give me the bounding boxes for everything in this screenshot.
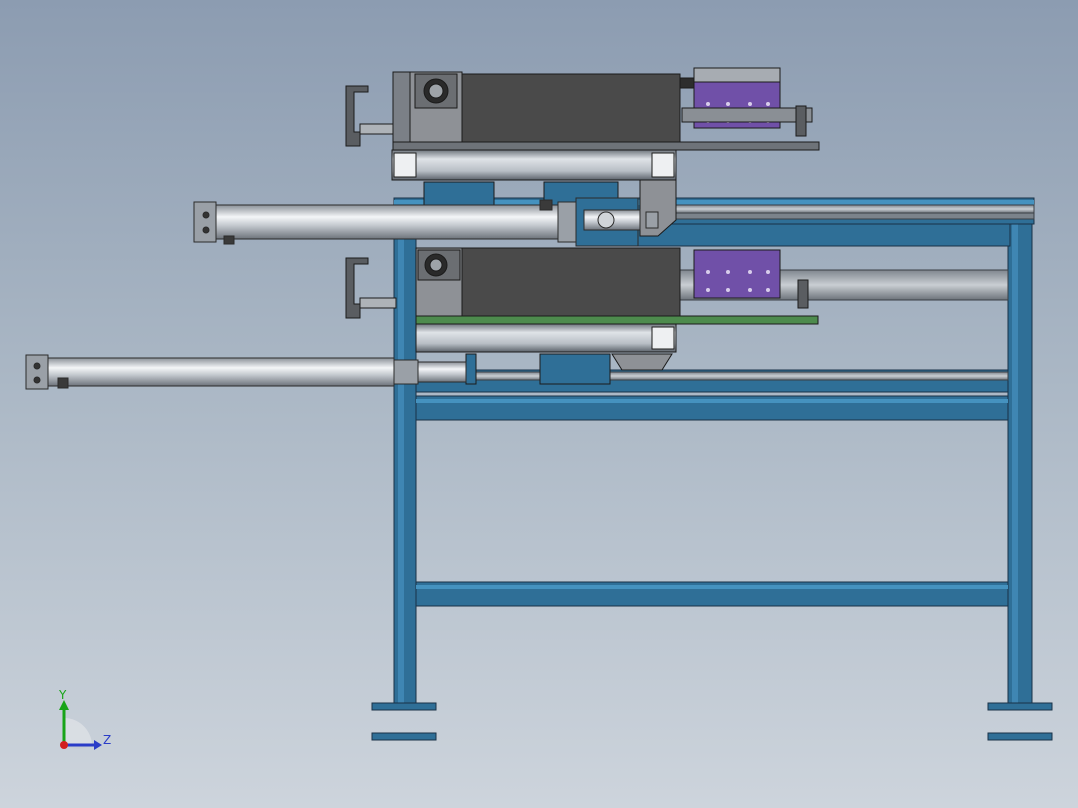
lower-pneumatic-cylinder — [25, 354, 467, 390]
cad-viewport[interactable]: Y Z — [0, 0, 1078, 808]
upper-pneumatic-cylinder — [193, 197, 659, 247]
upper-square-tube — [391, 149, 677, 181]
x-axis-origin — [60, 741, 68, 749]
lower-square-tube — [415, 323, 677, 353]
z-axis-label: Z — [103, 733, 111, 747]
lower-motor-body — [461, 247, 681, 319]
left-foot-base — [371, 732, 437, 741]
left-foot-plate — [371, 702, 437, 711]
frame-left-post — [393, 235, 417, 707]
upper-motor-body — [461, 73, 681, 147]
assembly-model-view[interactable]: Y Z — [0, 0, 1078, 808]
coordinate-triad-icon: Y Z — [58, 688, 111, 750]
frame-right-post — [1007, 221, 1033, 707]
lower-handle-bracket — [345, 257, 369, 319]
upper-handle-bracket — [345, 85, 369, 147]
right-foot-base — [987, 732, 1053, 741]
y-axis-label: Y — [58, 688, 67, 702]
right-foot-plate — [987, 702, 1053, 711]
